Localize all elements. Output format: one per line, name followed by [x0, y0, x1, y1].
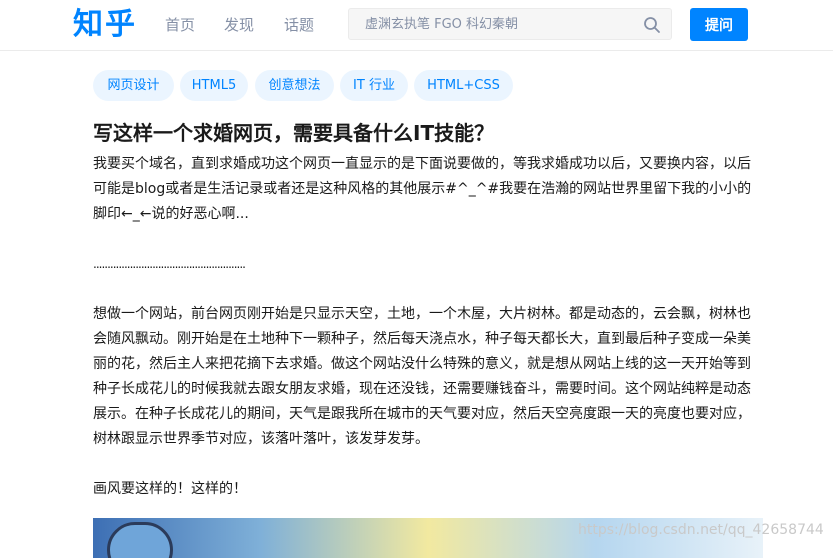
topic-tag[interactable]: 创意想法 — [255, 70, 334, 101]
topic-tag[interactable]: 网页设计 — [93, 70, 174, 101]
detail-paragraph: 我要买个域名，直到求婚成功这个网页一直显示的是下面说要做的，等我求婚成功以后，又… — [93, 156, 752, 222]
topic-tag[interactable]: IT 行业 — [340, 70, 408, 101]
nav-topics-link[interactable]: 话题 — [284, 0, 314, 50]
topic-tag[interactable]: HTML5 — [180, 70, 248, 101]
top-header: 知乎 首页 发现 话题 提问 — [0, 0, 833, 51]
detail-paragraph: 画风要这样的！这样的！ — [93, 481, 247, 497]
csdn-watermark: https://blog.csdn.net/qq_42658744 — [578, 522, 824, 538]
detail-paragraph: 想做一个网站，前台网页刚开始是只显示天空，土地，一个木屋，大片树林。都是动态的，… — [93, 306, 751, 447]
question-title[interactable]: 写这样一个求婚网页，需要具备什么IT技能？ — [93, 119, 773, 147]
divider-dots: ........................................… — [93, 257, 246, 271]
search-input[interactable] — [349, 9, 645, 39]
question-detail: 我要买个域名，直到求婚成功这个网页一直显示的是下面说要做的，等我求婚成功以后，又… — [93, 152, 763, 502]
search-icon[interactable] — [643, 16, 661, 34]
nav-home-link[interactable]: 首页 — [165, 0, 195, 50]
cartoon-figure-shape — [107, 522, 173, 558]
search-box — [348, 8, 672, 40]
ask-question-button[interactable]: 提问 — [690, 8, 748, 41]
topic-tag[interactable]: HTML+CSS — [414, 70, 513, 101]
zhihu-logo[interactable]: 知乎 — [73, 5, 137, 45]
nav-discover-link[interactable]: 发现 — [224, 0, 254, 50]
